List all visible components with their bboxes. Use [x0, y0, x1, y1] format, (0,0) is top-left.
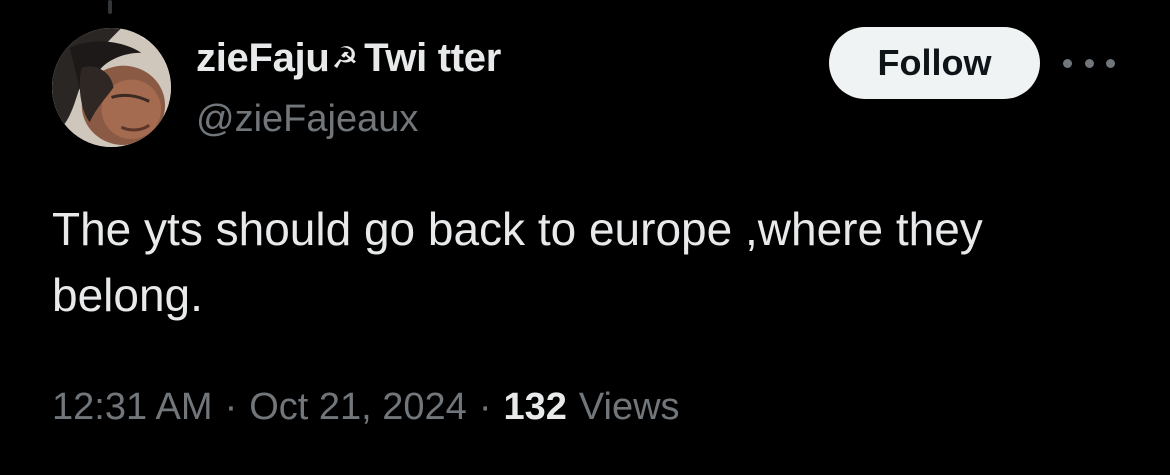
display-name-text: zieFaju	[196, 36, 330, 80]
more-dot	[1084, 58, 1094, 68]
avatar[interactable]	[52, 28, 171, 147]
separator-dot: ·	[478, 386, 492, 428]
display-name[interactable]: zieFaju☭ Twi tter	[196, 36, 501, 81]
more-dot	[1063, 58, 1072, 68]
tweet-text: The yts should go back to europe ,where …	[52, 203, 983, 321]
follow-button[interactable]: Follow	[829, 27, 1040, 99]
tweet-meta: 12:31 AM · Oct 21, 2024 · 132 Views	[52, 386, 680, 429]
views-count[interactable]: 132	[503, 386, 566, 429]
tweet-date[interactable]: Oct 21, 2024	[249, 386, 467, 429]
more-horizontal-icon[interactable]	[1063, 48, 1115, 78]
hammer-sickle-icon: ☭	[331, 41, 359, 76]
user-avatar-photo-icon	[52, 28, 171, 147]
display-name-suffix: Twi tter	[364, 36, 501, 80]
more-dot	[1106, 58, 1115, 68]
tweet-time[interactable]: 12:31 AM	[52, 386, 213, 429]
user-handle[interactable]: @zieFajeaux	[196, 98, 418, 141]
thread-connector-line	[108, 0, 112, 14]
separator-dot: ·	[224, 386, 238, 428]
views-label[interactable]: Views	[579, 386, 680, 429]
tweet-card: zieFaju☭ Twi tter @zieFajeaux Follow The …	[0, 0, 1170, 475]
